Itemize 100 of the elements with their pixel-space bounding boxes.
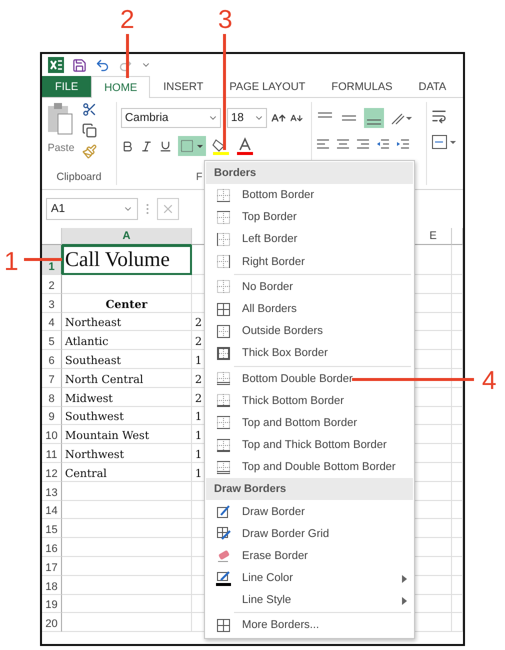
row-header[interactable]: 14: [42, 500, 62, 520]
menu-item[interactable]: Bottom Border: [206, 184, 413, 206]
menu-item[interactable]: Top Border: [206, 206, 413, 228]
row-header[interactable]: 11: [42, 444, 62, 463]
empty-cell: [452, 444, 463, 463]
paste-label[interactable]: Paste: [48, 142, 74, 154]
font-color-icon[interactable]: [236, 137, 254, 155]
empty-cell: [452, 500, 463, 520]
callout-number: 3: [218, 6, 232, 32]
spreadsheet-logo-icon[interactable]: [48, 57, 64, 73]
row-header[interactable]: 20: [42, 613, 62, 632]
increase-indent-icon[interactable]: [396, 138, 410, 150]
table-cell: Mountain West: [62, 425, 192, 444]
row-header[interactable]: 10: [42, 425, 62, 444]
menu-item[interactable]: Line Color: [206, 567, 413, 590]
format-painter-icon[interactable]: [82, 144, 97, 159]
callout-number: 4: [482, 367, 496, 393]
empty-cell: [452, 294, 463, 313]
bold-icon[interactable]: [121, 140, 134, 152]
row-header[interactable]: 16: [42, 538, 62, 557]
border-icon: [216, 254, 230, 270]
empty-cell: [452, 312, 463, 332]
row-header[interactable]: 17: [42, 556, 62, 576]
row-header[interactable]: 18: [42, 576, 62, 595]
row-header[interactable]: 4: [42, 312, 62, 332]
empty-cell: [452, 594, 463, 614]
row-header[interactable]: 6: [42, 350, 62, 369]
border-icon: [216, 232, 230, 247]
table-cell: Center: [62, 294, 192, 313]
menu-item[interactable]: Line Style: [206, 589, 413, 612]
menu-item[interactable]: Draw Border Grid: [206, 522, 413, 545]
column-header[interactable]: E: [415, 228, 452, 245]
border-icon: [216, 438, 230, 453]
row-header[interactable]: 1: [42, 245, 62, 275]
empty-cell: [452, 462, 463, 482]
row-header[interactable]: 12: [42, 462, 62, 482]
menu-heading: Draw Borders: [206, 478, 413, 500]
table-cell: Southwest: [62, 406, 192, 426]
italic-icon[interactable]: [140, 140, 153, 152]
menu-item[interactable]: No Border: [206, 276, 413, 298]
row-header[interactable]: 2: [42, 275, 62, 294]
name-box[interactable]: A1: [46, 198, 138, 220]
empty-cell: [452, 406, 463, 426]
border-icon: [216, 188, 230, 203]
font-name-field[interactable]: Cambria: [121, 108, 221, 128]
empty-cell: [452, 519, 463, 538]
leader-line: [24, 258, 62, 261]
empty-cell: [452, 350, 463, 369]
ribbon-tab[interactable]: HOME: [91, 76, 150, 98]
wrap-text-icon[interactable]: [431, 108, 447, 124]
save-icon[interactable]: [72, 58, 87, 72]
align-text-icon[interactable]: [336, 138, 350, 150]
row-header[interactable]: 5: [42, 331, 62, 350]
row-header[interactable]: 19: [42, 594, 62, 614]
border-icon: [216, 460, 230, 475]
merge-cells-icon[interactable]: [431, 134, 457, 150]
borders-button[interactable]: [178, 136, 206, 156]
border-icon: [216, 393, 230, 408]
eraser-icon: [216, 548, 230, 564]
empty-cell: [452, 388, 463, 407]
all-borders-icon: [216, 618, 230, 633]
empty-cell: [452, 482, 463, 501]
border-icon: [216, 415, 230, 430]
border-icon: [216, 324, 230, 339]
callout-number: 2: [120, 6, 134, 32]
font-size-field[interactable]: 18: [227, 108, 267, 128]
fill-color-icon[interactable]: [212, 137, 230, 155]
row-header[interactable]: 13: [42, 482, 62, 501]
callout-number: 1: [4, 248, 18, 274]
table-cell: Northeast: [62, 312, 192, 332]
row-header[interactable]: 3: [42, 294, 62, 313]
cut-icon[interactable]: [82, 102, 97, 117]
menu-item[interactable]: Erase Border: [206, 544, 413, 567]
underline-icon[interactable]: [159, 140, 172, 152]
decrease-indent-icon[interactable]: [376, 138, 390, 150]
empty-cell: [452, 425, 463, 444]
all-borders-icon: [216, 302, 230, 317]
empty-cell: [452, 576, 463, 595]
menu-item[interactable]: More Borders...: [206, 614, 413, 637]
row-header[interactable]: 9: [42, 406, 62, 426]
ribbon-tab[interactable]: FILE: [42, 76, 92, 97]
column-header[interactable]: A: [62, 228, 192, 245]
empty-cell: [452, 275, 463, 294]
undo-icon[interactable]: [95, 58, 110, 72]
menu-item[interactable]: Left Border: [206, 228, 413, 251]
align-bottom-icon[interactable]: [364, 108, 384, 128]
border-icon: [216, 279, 230, 294]
copy-icon[interactable]: [82, 123, 97, 138]
border-icon: [216, 371, 230, 386]
leader-line: [126, 34, 129, 78]
align-text-icon[interactable]: [316, 138, 330, 150]
empty-cell: [452, 538, 463, 557]
menu-item[interactable]: Right Border: [206, 250, 413, 273]
row-header[interactable]: 7: [42, 368, 62, 388]
row-header[interactable]: 8: [42, 388, 62, 407]
menu-item[interactable]: Draw Border: [206, 500, 413, 523]
align-text-icon[interactable]: [356, 138, 370, 150]
empty-cell: [452, 556, 463, 576]
menu-heading: Borders: [206, 162, 413, 184]
row-header[interactable]: 15: [42, 519, 62, 538]
